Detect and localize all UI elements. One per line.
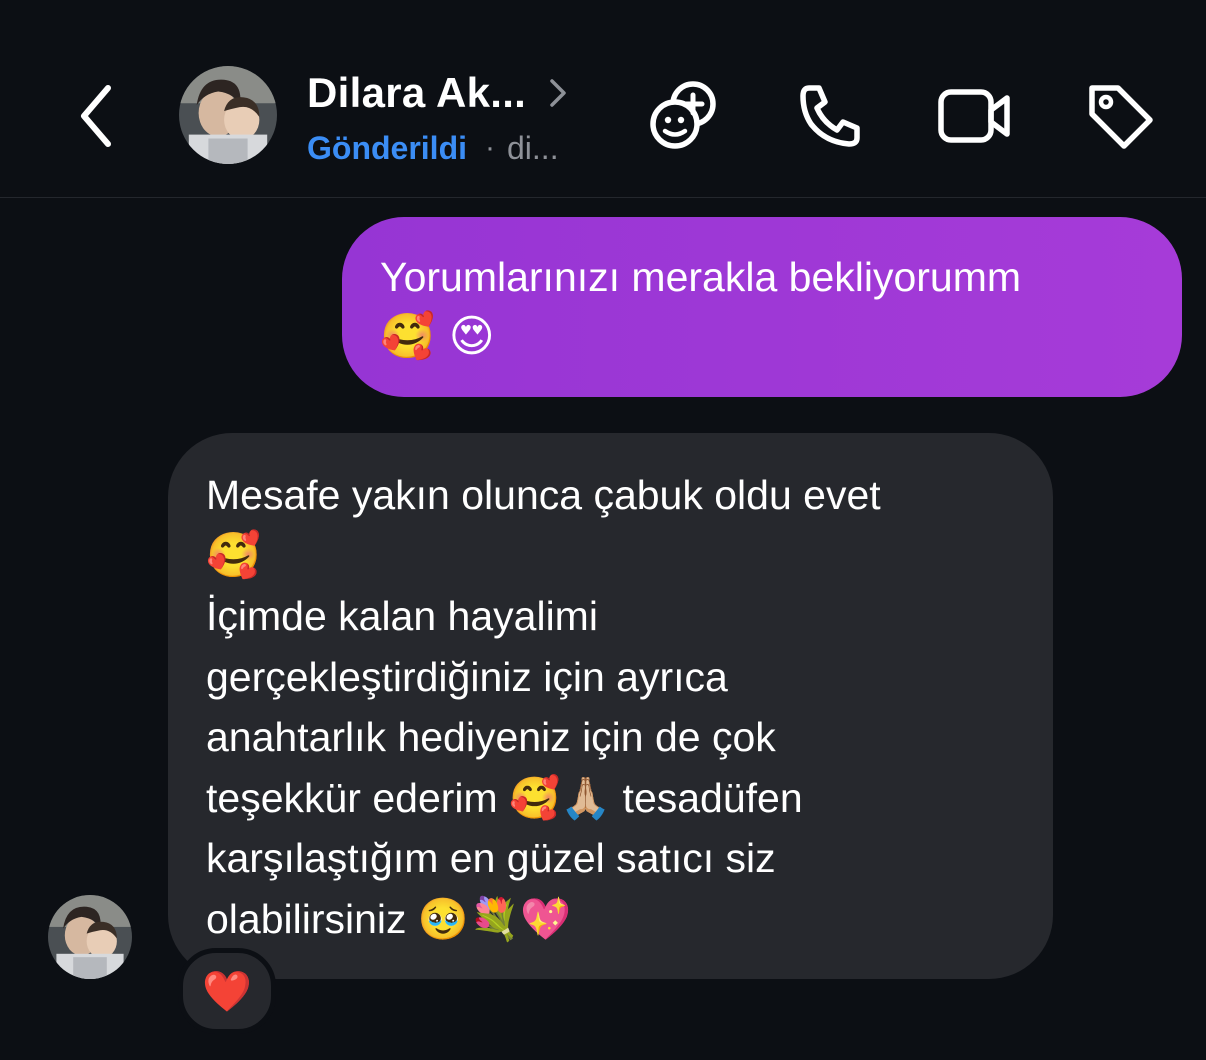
add-face-icon — [650, 81, 716, 149]
chevron-left-icon — [81, 85, 111, 147]
sender-avatar[interactable] — [48, 895, 132, 979]
voice-call-button[interactable] — [789, 74, 873, 158]
status-time: di... — [507, 129, 559, 166]
tag-icon — [1089, 85, 1153, 149]
message-line: İçimde kalan hayalimi — [206, 593, 598, 639]
video-call-button[interactable] — [933, 74, 1017, 158]
message-emoji: 🥰 😍 — [380, 311, 495, 362]
phone-icon — [800, 85, 860, 147]
heart-icon: ❤️ — [202, 968, 252, 1015]
chat-header: Dilara Ak... Gönderildi · di... — [0, 0, 1206, 198]
message-line: karşılaştığım en güzel satıcı siz — [206, 835, 776, 881]
add-effect-button[interactable] — [643, 74, 727, 158]
avatar-photo — [48, 895, 132, 979]
chevron-right-icon — [548, 77, 568, 109]
status-row: Gönderildi · di... — [307, 126, 559, 170]
outgoing-message-bubble[interactable]: Yorumlarınızı merakla bekliyorumm 🥰 😍 — [342, 217, 1182, 397]
avatar-photo — [179, 66, 277, 164]
message-line: gerçekleştirdiğiniz için ayrıca — [206, 653, 728, 700]
heart-reaction[interactable]: ❤️ — [178, 948, 276, 1034]
message-line: anahtarlık hediyeniz için de çok — [206, 714, 776, 760]
message-text: Yorumlarınızı merakla bekliyorumm — [380, 254, 1022, 300]
contact-name-row[interactable]: Dilara Ak... — [307, 66, 568, 120]
message-line: olabilirsiniz 🥹💐💖 — [206, 895, 572, 942]
back-button[interactable] — [66, 78, 126, 154]
contact-name[interactable]: Dilara Ak... — [307, 69, 526, 117]
separator-dot: · — [485, 131, 495, 164]
label-button[interactable] — [1078, 74, 1162, 158]
message-line: Mesafe yakın olunca çabuk oldu evet — [206, 472, 881, 518]
video-camera-icon — [938, 89, 1010, 143]
message-line: 🥰 — [206, 529, 261, 581]
sent-status: Gönderildi — [307, 129, 467, 166]
contact-avatar[interactable] — [179, 66, 277, 164]
message-line: teşekkür ederim 🥰🙏🏼 tesadüfen — [206, 774, 803, 821]
incoming-message-bubble[interactable]: Mesafe yakın olunca çabuk oldu evet 🥰 İç… — [168, 433, 1053, 979]
